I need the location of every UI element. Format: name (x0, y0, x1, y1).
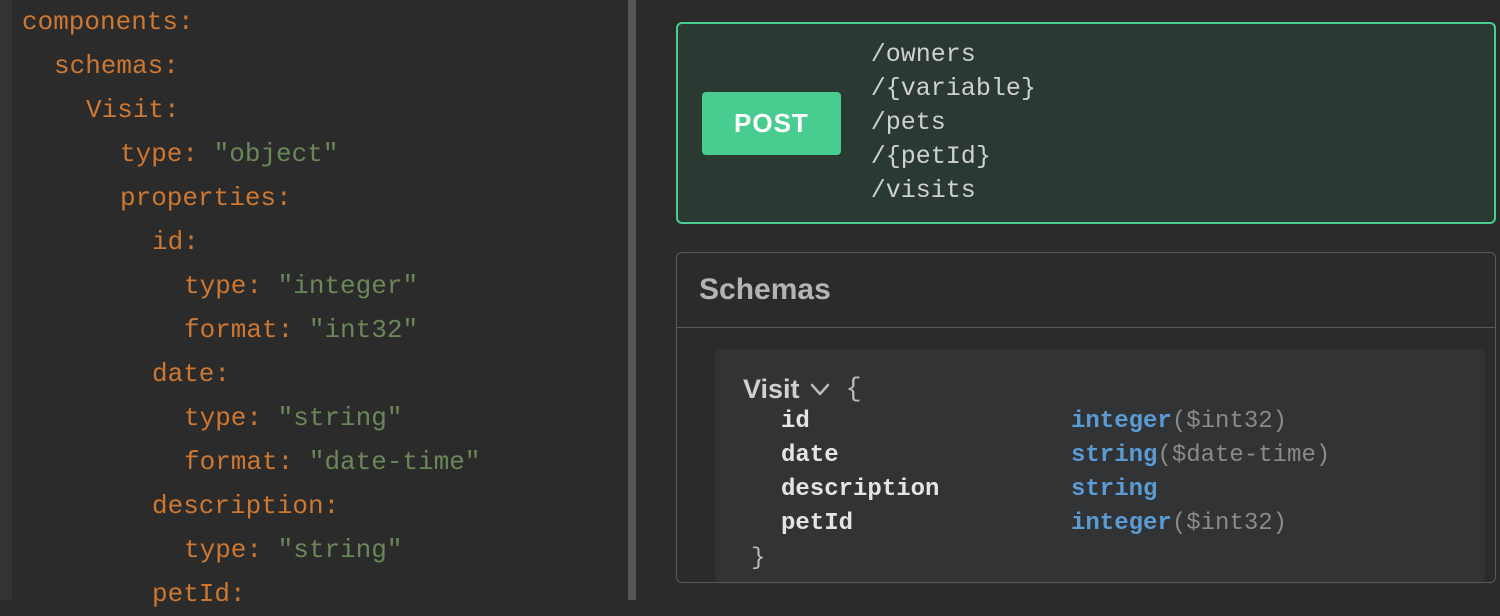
code-line[interactable]: id: (12, 220, 628, 264)
schema-block: Visit { idinteger($int32)datestring($dat… (715, 350, 1485, 582)
code-line[interactable]: date: (12, 352, 628, 396)
path-segment: /{variable} (871, 72, 1036, 106)
property-format: ($int32) (1172, 507, 1287, 541)
path-segment: /pets (871, 106, 1036, 140)
property-name: description (781, 473, 1071, 507)
schema-property-row: descriptionstring (781, 473, 1457, 507)
property-type: string (1071, 473, 1157, 507)
code-line[interactable]: format: "date-time" (12, 440, 628, 484)
path-segment: /owners (871, 38, 1036, 72)
editor-gutter (0, 0, 12, 600)
code-line[interactable]: Visit: (12, 88, 628, 132)
close-brace: } (751, 545, 1457, 572)
code-line[interactable]: petId: (12, 572, 628, 616)
property-type: string (1071, 439, 1157, 473)
property-name: id (781, 405, 1071, 439)
property-name: date (781, 439, 1071, 473)
code-line[interactable]: schemas: (12, 44, 628, 88)
yaml-editor[interactable]: components:schemas:Visit:type: "object"p… (0, 0, 636, 600)
code-line[interactable]: type: "object" (12, 132, 628, 176)
schema-title-row[interactable]: Visit { (743, 374, 1457, 405)
endpoint-path: /owners/{variable}/pets/{petId}/visits (871, 38, 1036, 208)
code-line[interactable]: description: (12, 484, 628, 528)
schemas-section: Schemas Visit { idinteger($int32)datestr… (676, 252, 1496, 583)
endpoint-card[interactable]: POST /owners/{variable}/pets/{petId}/vis… (676, 22, 1496, 224)
property-type: integer (1071, 405, 1172, 439)
code-line[interactable]: type: "integer" (12, 264, 628, 308)
schema-property-row: idinteger($int32) (781, 405, 1457, 439)
path-segment: /visits (871, 174, 1036, 208)
http-method-badge: POST (702, 92, 841, 155)
schema-property-row: datestring($date-time) (781, 439, 1457, 473)
schema-name: Visit (743, 374, 800, 405)
schema-property-row: petIdinteger($int32) (781, 507, 1457, 541)
property-type: integer (1071, 507, 1172, 541)
code-line[interactable]: type: "string" (12, 396, 628, 440)
api-preview-pane: POST /owners/{variable}/pets/{petId}/vis… (636, 0, 1500, 600)
chevron-down-icon[interactable] (810, 383, 830, 397)
open-brace: { (846, 375, 862, 405)
code-line[interactable]: properties: (12, 176, 628, 220)
property-name: petId (781, 507, 1071, 541)
code-line[interactable]: components: (12, 0, 628, 44)
schemas-header[interactable]: Schemas (677, 253, 1495, 328)
property-format: ($int32) (1172, 405, 1287, 439)
path-segment: /{petId} (871, 140, 1036, 174)
property-format: ($date-time) (1157, 439, 1330, 473)
code-line[interactable]: format: "int32" (12, 308, 628, 352)
code-line[interactable]: type: "string" (12, 528, 628, 572)
